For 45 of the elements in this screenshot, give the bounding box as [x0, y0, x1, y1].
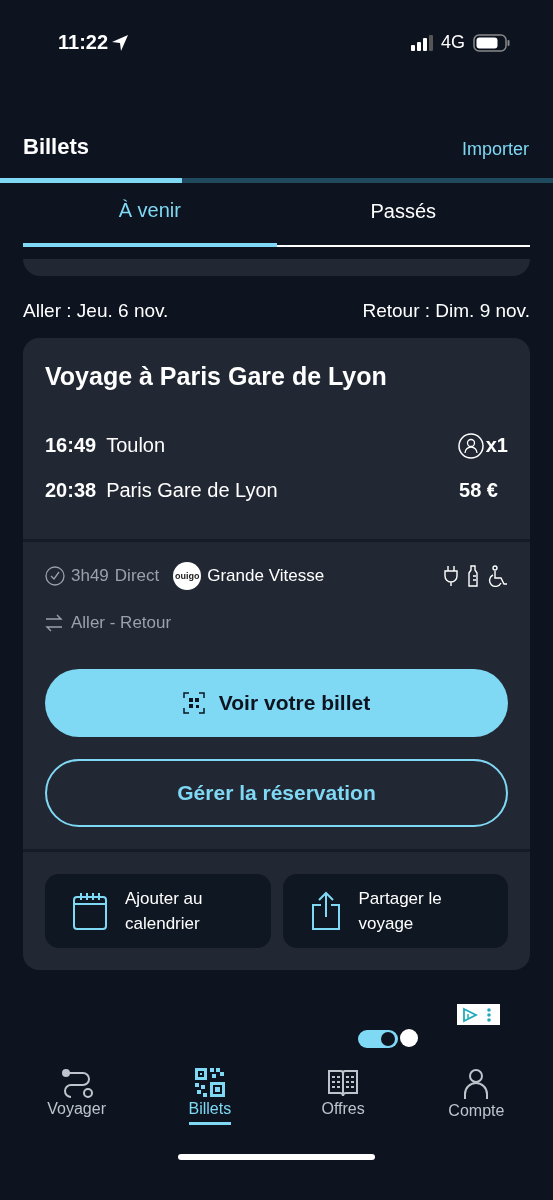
station-name: Toulon [106, 434, 166, 457]
location-arrow-icon [111, 33, 130, 52]
passenger-count: x1 [485, 434, 508, 457]
person-icon [457, 432, 484, 459]
ticket-price: 58 € [459, 479, 498, 502]
calendar-icon [73, 892, 107, 930]
battery-icon [473, 33, 511, 52]
tab[interactable]: Passés [276, 183, 530, 247]
page-title: Billets [23, 134, 90, 160]
book-icon [327, 1068, 360, 1098]
nav-tab[interactable]: Voyager [26, 1062, 127, 1126]
import-link[interactable]: Importer [461, 139, 529, 160]
station-name: Paris Gare de Lyon [106, 479, 278, 502]
qr-code-icon [194, 1068, 225, 1098]
return-date: Retour : Dim. 9 nov. [362, 300, 530, 322]
clock-time: 11:22 [58, 31, 109, 54]
nav-tab[interactable]: Billets [159, 1062, 260, 1126]
plug-icon [444, 565, 458, 587]
signal-icon [411, 34, 433, 51]
trip-duration: 3h49 [71, 566, 109, 586]
nav-tab[interactable]: Compte [426, 1062, 527, 1126]
manage-booking-button[interactable]: Gérer la réservation [45, 759, 508, 827]
trip-type: Aller - Retour [71, 613, 172, 633]
view-ticket-button[interactable]: Voir votre billet [45, 669, 508, 737]
share-icon [310, 891, 341, 931]
person-icon [463, 1068, 490, 1100]
bottle-icon [468, 565, 478, 587]
departure-time: 20:38 [45, 479, 97, 502]
operator-logo: ouigo [173, 562, 202, 590]
route-icon [60, 1068, 93, 1098]
service-name: Grande Vitesse [207, 566, 325, 586]
network-label: 4G [441, 32, 465, 53]
ad-choices-icon[interactable] [457, 1004, 500, 1025]
departure-time: 16:49 [45, 434, 97, 457]
tab[interactable]: À venir [23, 183, 277, 247]
qr-scan-icon [182, 692, 205, 714]
connection-type: Direct [114, 566, 160, 586]
trip-title: Voyage à Paris Gare de Lyon [45, 362, 388, 391]
add-to-calendar-button[interactable]: Ajouter au calendrier [45, 874, 271, 948]
toggle-icon [358, 1028, 420, 1050]
share-button[interactable]: Partager le voyage [282, 874, 508, 948]
wheelchair-icon [488, 565, 508, 587]
swap-arrows-icon [45, 613, 63, 633]
outbound-date: Aller : Jeu. 6 nov. [23, 300, 169, 322]
nav-tab[interactable]: Offres [293, 1062, 394, 1126]
